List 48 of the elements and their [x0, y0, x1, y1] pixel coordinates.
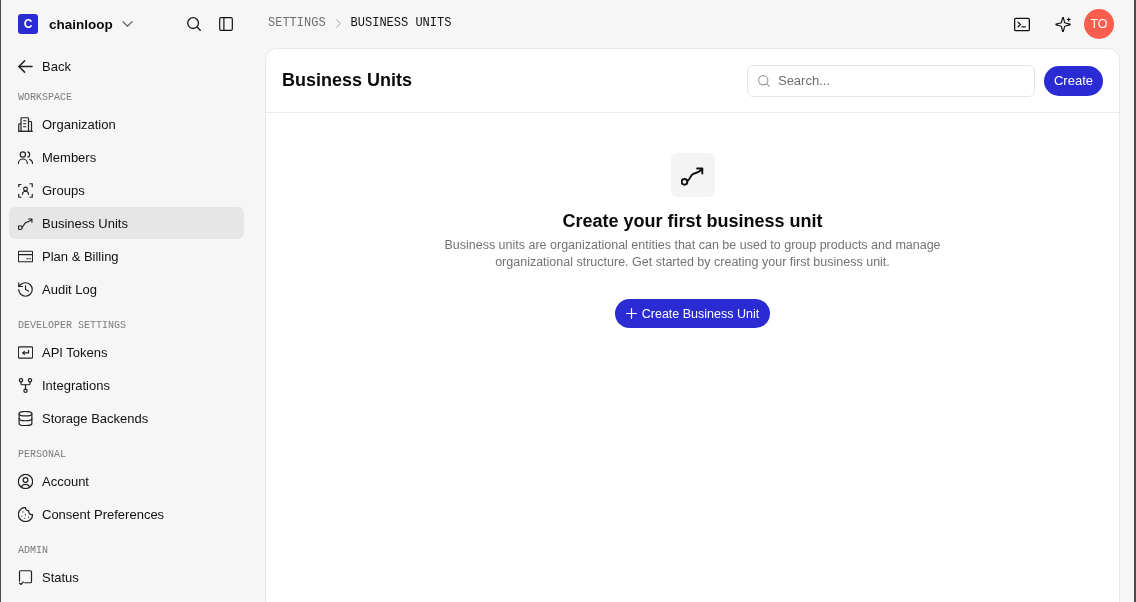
section-label: WORKSPACE: [17, 91, 73, 105]
sidebar-item[interactable]: Business Units: [9, 207, 244, 239]
create-button[interactable]: Create: [1043, 65, 1103, 96]
section-label: DEVELOPER SETTINGS: [17, 319, 128, 333]
page-title: Business Units: [282, 70, 413, 91]
fork-icon: [18, 377, 33, 393]
sidebar-item[interactable]: Account: [9, 465, 244, 497]
chat-check-icon: [18, 569, 33, 585]
route-icon: [18, 215, 33, 231]
plus-icon: [625, 308, 637, 319]
breadcrumb-link[interactable]: SETTINGS: [268, 16, 326, 30]
sidebar-item[interactable]: Integrations: [9, 369, 244, 401]
sidebar-item[interactable]: Audit Log: [9, 273, 244, 305]
breadcrumb-current: BUSINESS UNITS: [350, 16, 452, 30]
cookie-icon: [18, 506, 33, 522]
workspace-switcher[interactable]: chainloop: [49, 16, 133, 32]
chevron-right-icon: [335, 18, 341, 28]
terminal-icon: [1014, 16, 1030, 32]
enter-key-icon: [18, 344, 33, 360]
sidebar-item[interactable]: Organization: [9, 108, 244, 140]
chevron-down-icon: [121, 21, 133, 27]
empty-state-title: Create your first business unit: [562, 210, 823, 233]
search-field[interactable]: Search...: [746, 64, 1035, 97]
sidebar-item[interactable]: Members: [9, 141, 244, 173]
user-scan-icon: [18, 182, 33, 198]
section-label: PERSONAL: [17, 448, 67, 462]
sidebar-item[interactable]: API Tokens: [9, 336, 244, 368]
back-link[interactable]: Back: [9, 50, 244, 82]
database-icon: [18, 410, 33, 426]
workspace-logo: C: [18, 14, 38, 34]
sidebar-item[interactable]: Consent Preferences: [9, 498, 244, 530]
sidebar-item[interactable]: Groups: [9, 174, 244, 206]
card-icon: [18, 248, 33, 264]
sidebar-item[interactable]: Storage Backends: [9, 402, 244, 434]
arrow-left-icon: [18, 58, 33, 74]
route-icon: [670, 153, 715, 197]
history-icon: [18, 281, 33, 297]
building-icon: [18, 116, 33, 132]
search-icon: [187, 17, 201, 31]
sparkles-icon: [1055, 16, 1071, 32]
create-business-unit-button[interactable]: Create Business Unit: [614, 299, 771, 328]
search-icon: [757, 74, 770, 87]
users-icon: [18, 149, 33, 165]
empty-state-description: Business units are organizational entities that can be used to group products and manage organizational structure. Get started by creating your first business unit.: [443, 237, 942, 271]
sidebar-item[interactable]: Plan & Billing: [9, 240, 244, 272]
sidebar-item[interactable]: Status: [9, 561, 244, 593]
section-label: ADMIN: [17, 544, 49, 558]
panel-left-icon: [219, 17, 233, 31]
